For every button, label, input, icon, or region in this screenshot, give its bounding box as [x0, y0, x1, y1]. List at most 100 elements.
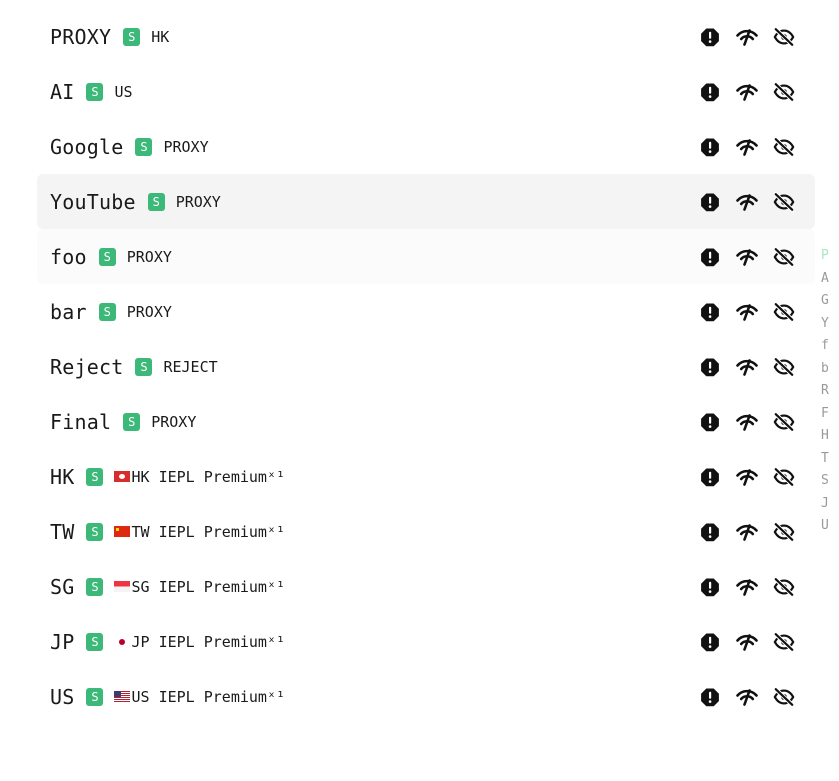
eye-off-icon[interactable]: [773, 301, 795, 323]
index-letter[interactable]: G: [821, 290, 833, 313]
alphabet-index: PAGYfbRFHTSJU: [821, 245, 833, 538]
speedtest-wifi-icon[interactable]: [736, 81, 758, 103]
index-letter[interactable]: Y: [821, 313, 833, 336]
proxy-group-row[interactable]: foo S PROXY: [37, 229, 815, 284]
group-type-badge: S: [123, 412, 141, 431]
row-actions: [684, 686, 795, 708]
row-actions: [684, 136, 795, 158]
current-proxy-label: PROXY: [151, 412, 197, 431]
index-letter[interactable]: A: [821, 268, 833, 291]
proxy-group-row[interactable]: AI S US: [37, 64, 815, 119]
group-name: foo: [50, 244, 87, 269]
alert-octagon-icon[interactable]: [699, 301, 721, 323]
current-proxy-label: JP IEPL Premiumˣ¹: [131, 632, 286, 651]
row-actions: [684, 521, 795, 543]
alert-octagon-icon[interactable]: [699, 576, 721, 598]
speedtest-wifi-icon[interactable]: [736, 136, 758, 158]
index-letter[interactable]: U: [821, 515, 833, 538]
alert-octagon-icon[interactable]: [699, 136, 721, 158]
alert-octagon-icon[interactable]: [699, 356, 721, 378]
eye-off-icon[interactable]: [773, 686, 795, 708]
eye-off-icon[interactable]: [773, 81, 795, 103]
row-actions: [684, 81, 795, 103]
current-proxy-label: PROXY: [126, 302, 172, 321]
index-letter[interactable]: F: [821, 403, 833, 426]
flag-sg-icon: [114, 581, 131, 592]
group-type-badge: S: [135, 137, 153, 156]
row-actions: [684, 246, 795, 268]
proxy-group-row[interactable]: Google S PROXY: [37, 119, 815, 174]
index-letter[interactable]: J: [821, 493, 833, 516]
proxy-group-row[interactable]: bar S PROXY: [37, 284, 815, 339]
eye-off-icon[interactable]: [773, 356, 795, 378]
current-proxy-label: PROXY: [163, 137, 209, 156]
index-letter[interactable]: S: [821, 470, 833, 493]
proxy-group-row[interactable]: YouTube S PROXY: [37, 174, 815, 229]
eye-off-icon[interactable]: [773, 576, 795, 598]
speedtest-wifi-icon[interactable]: [736, 411, 758, 433]
alert-octagon-icon[interactable]: [699, 466, 721, 488]
speedtest-wifi-icon[interactable]: [736, 246, 758, 268]
alert-octagon-icon[interactable]: [699, 191, 721, 213]
index-letter[interactable]: H: [821, 425, 833, 448]
proxy-group-row[interactable]: SG S SG IEPL Premiumˣ¹: [37, 559, 815, 614]
index-letter[interactable]: f: [821, 335, 833, 358]
eye-off-icon[interactable]: [773, 466, 795, 488]
alert-octagon-icon[interactable]: [699, 81, 721, 103]
eye-off-icon[interactable]: [773, 521, 795, 543]
proxy-group-row[interactable]: Reject S REJECT: [37, 339, 815, 394]
group-name: Reject: [50, 354, 124, 379]
speedtest-wifi-icon[interactable]: [736, 686, 758, 708]
proxy-group-row[interactable]: US S US IEPL Premiumˣ¹: [37, 669, 815, 724]
group-type-badge: S: [86, 687, 104, 706]
current-proxy: HK: [151, 28, 169, 46]
proxy-group-row[interactable]: TW S TW IEPL Premiumˣ¹: [37, 504, 815, 559]
index-letter[interactable]: R: [821, 380, 833, 403]
alert-octagon-icon[interactable]: [699, 411, 721, 433]
speedtest-wifi-icon[interactable]: [736, 191, 758, 213]
flag-tw-icon: [114, 526, 131, 537]
speedtest-wifi-icon[interactable]: [736, 301, 758, 323]
alert-octagon-icon[interactable]: [699, 246, 721, 268]
current-proxy-label: US: [114, 82, 133, 101]
proxy-group-row[interactable]: PROXY S HK: [37, 9, 815, 64]
alert-octagon-icon[interactable]: [699, 686, 721, 708]
speedtest-wifi-icon[interactable]: [736, 26, 758, 48]
speedtest-wifi-icon[interactable]: [736, 631, 758, 653]
row-actions: [684, 631, 795, 653]
alert-octagon-icon[interactable]: [699, 631, 721, 653]
row-actions: [684, 356, 795, 378]
proxy-group-row[interactable]: HK S HK IEPL Premiumˣ¹: [37, 449, 815, 504]
index-letter[interactable]: b: [821, 358, 833, 381]
eye-off-icon[interactable]: [773, 246, 795, 268]
alert-octagon-icon[interactable]: [699, 26, 721, 48]
eye-off-icon[interactable]: [773, 411, 795, 433]
group-type-badge: S: [86, 522, 104, 541]
speedtest-wifi-icon[interactable]: [736, 521, 758, 543]
current-proxy: REJECT: [163, 358, 217, 376]
flag-jp-icon: [114, 636, 131, 647]
alert-octagon-icon[interactable]: [699, 521, 721, 543]
eye-off-icon[interactable]: [773, 191, 795, 213]
group-type-badge: S: [98, 302, 116, 321]
group-name: YouTube: [50, 189, 136, 214]
current-proxy: PROXY: [127, 303, 172, 321]
current-proxy: PROXY: [163, 138, 208, 156]
row-actions: [684, 576, 795, 598]
current-proxy: HK IEPL Premiumˣ¹: [114, 468, 285, 486]
row-actions: [684, 411, 795, 433]
group-name: Final: [50, 409, 112, 434]
proxy-group-row[interactable]: Final S PROXY: [37, 394, 815, 449]
index-letter[interactable]: P: [821, 245, 833, 268]
current-proxy-label: HK IEPL Premiumˣ¹: [131, 467, 286, 486]
speedtest-wifi-icon[interactable]: [736, 356, 758, 378]
index-letter[interactable]: T: [821, 448, 833, 471]
proxy-group-row[interactable]: JP S JP IEPL Premiumˣ¹: [37, 614, 815, 669]
eye-off-icon[interactable]: [773, 136, 795, 158]
eye-off-icon[interactable]: [773, 26, 795, 48]
speedtest-wifi-icon[interactable]: [736, 466, 758, 488]
group-type-badge: S: [147, 192, 165, 211]
eye-off-icon[interactable]: [773, 631, 795, 653]
speedtest-wifi-icon[interactable]: [736, 576, 758, 598]
row-actions: [684, 466, 795, 488]
